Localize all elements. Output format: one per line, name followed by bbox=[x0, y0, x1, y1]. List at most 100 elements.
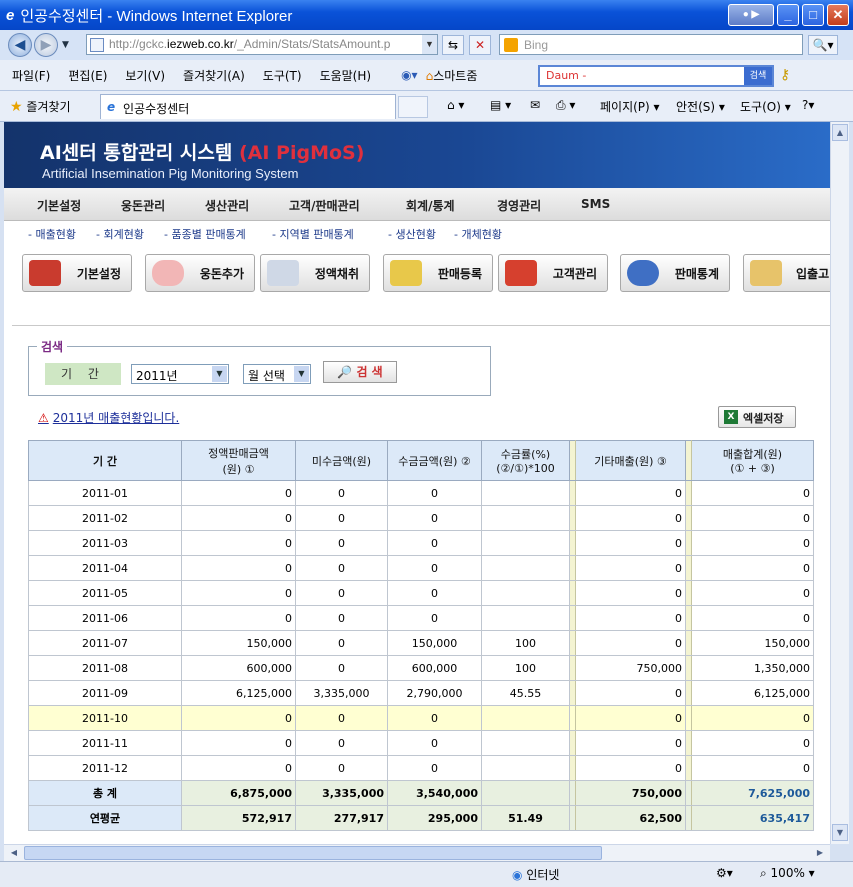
zoom-control[interactable]: ⌕ 100% ▾ bbox=[760, 866, 815, 881]
subnav-individual[interactable]: - 개체현황 bbox=[454, 226, 502, 242]
safety-menu-label: 안전(S) bbox=[676, 100, 716, 114]
cell-collected: 0 bbox=[387, 555, 482, 581]
refresh-button[interactable]: ⇆ bbox=[442, 35, 464, 55]
icon-semen-collection[interactable]: 정액채취 bbox=[260, 254, 370, 292]
help-button[interactable]: ?▾ bbox=[802, 98, 814, 112]
table-row: 2011-07 150,000 0 150,000 100 0 150,000 bbox=[28, 630, 814, 656]
menu-favorites[interactable]: 즐겨찾기(A) bbox=[183, 67, 245, 84]
stop-button[interactable]: ✕ bbox=[469, 35, 491, 55]
menu-help[interactable]: 도움말(H) bbox=[320, 67, 372, 84]
safety-menu[interactable]: 안전(S) ▾ bbox=[676, 98, 725, 115]
mail-button[interactable]: ✉ bbox=[530, 98, 540, 112]
cell-semen-sales: 0 bbox=[181, 605, 296, 631]
nav-sms[interactable]: SMS bbox=[581, 197, 610, 211]
nav-boar[interactable]: 웅돈관리 bbox=[121, 197, 165, 214]
nav-production[interactable]: 생산관리 bbox=[205, 197, 249, 214]
nav-accounting[interactable]: 회계/통계 bbox=[406, 197, 455, 214]
icon-inout[interactable]: 입출고 bbox=[743, 254, 830, 292]
site-banner: AI센터 통합관리 시스템 (AI PigMoS) Artificial Ins… bbox=[4, 122, 830, 188]
nav-basic[interactable]: 기본설정 bbox=[37, 197, 81, 214]
cell-collected: 0 bbox=[387, 605, 482, 631]
cell-sales-total: 0 bbox=[691, 705, 814, 731]
menu-view[interactable]: 보기(V) bbox=[125, 67, 165, 84]
close-button[interactable]: ✕ bbox=[827, 4, 849, 26]
main-nav: 기본설정 웅돈관리 생산관리 고객/판매관리 회계/통계 경영관리 SMS bbox=[4, 188, 830, 221]
back-button[interactable]: ◀ bbox=[8, 33, 32, 57]
url-path: /_Admin/Stats/StatsAmount.p bbox=[233, 37, 391, 51]
scroll-thumb[interactable] bbox=[24, 846, 602, 860]
history-dropdown-icon[interactable]: ▼ bbox=[62, 40, 69, 50]
search-input[interactable]: Bing bbox=[499, 34, 803, 55]
print-button[interactable]: ⎙ ▾ bbox=[556, 98, 575, 113]
table-row: 2011-12 0 0 0 0 0 bbox=[28, 755, 814, 781]
key-icon[interactable]: ⚷ bbox=[780, 67, 790, 83]
notice-link[interactable]: ⚠ 2011년 매출현황입니다. bbox=[38, 409, 179, 426]
tools-menu[interactable]: 도구(O) ▾ bbox=[740, 98, 791, 115]
scroll-down-icon[interactable]: ▼ bbox=[832, 824, 848, 841]
menu-edit[interactable]: 편집(E) bbox=[68, 67, 107, 84]
table-row: 2011-03 0 0 0 0 0 bbox=[28, 530, 814, 556]
star-icon: ★ bbox=[10, 99, 23, 115]
favorites-button[interactable]: ★ 즐겨찾기 bbox=[10, 98, 71, 115]
icon-sales-register[interactable]: 판매등록 bbox=[383, 254, 493, 292]
cell-other-sales: 750,000 bbox=[575, 780, 686, 806]
horizontal-scrollbar[interactable]: ◀ ▶ bbox=[4, 844, 830, 861]
menu-file[interactable]: 파일(F) bbox=[12, 67, 50, 84]
cell-semen-sales: 600,000 bbox=[181, 655, 296, 681]
cell-receivable: 3,335,000 bbox=[295, 780, 388, 806]
cell-collected: 0 bbox=[387, 580, 482, 606]
search-button[interactable]: 🔍▾ bbox=[808, 35, 838, 55]
scroll-up-icon[interactable]: ▲ bbox=[832, 124, 848, 141]
daum-search-button[interactable]: 검색 bbox=[744, 67, 772, 85]
icon-sales-stats[interactable]: 판매통계 bbox=[620, 254, 730, 292]
daum-search-input[interactable]: Daum - 검색 bbox=[538, 65, 774, 87]
search-submit-button[interactable]: 🔎 검 색 bbox=[323, 361, 397, 383]
feeds-button[interactable]: ▤ ▾ bbox=[490, 98, 511, 112]
cell-receivable: 277,917 bbox=[295, 805, 388, 831]
nav-management[interactable]: 경영관리 bbox=[497, 197, 541, 214]
subnav-region-sales[interactable]: - 지역별 판매통계 bbox=[272, 226, 354, 242]
nav-customer[interactable]: 고객/판매관리 bbox=[289, 197, 360, 214]
icon-basic-settings[interactable]: 기본설정 bbox=[22, 254, 132, 292]
cell-collection-rate bbox=[481, 480, 570, 506]
boxes-icon bbox=[750, 260, 782, 286]
vertical-scrollbar[interactable]: ▲ ▼ bbox=[830, 122, 849, 844]
page-menu-label: 페이지(P) bbox=[600, 100, 650, 114]
cell-collection-rate: 100 bbox=[481, 655, 570, 681]
scroll-right-icon[interactable]: ▶ bbox=[812, 846, 828, 860]
table-row: 2011-02 0 0 0 0 0 bbox=[28, 505, 814, 531]
maximize-button[interactable]: □ bbox=[802, 4, 824, 26]
subnav-breed-sales[interactable]: - 품종별 판매통계 bbox=[164, 226, 246, 242]
address-input[interactable]: http://gckc.iezweb.co.kr/_Admin/Stats/St… bbox=[86, 34, 438, 55]
subnav-accounting[interactable]: - 회계현황 bbox=[96, 226, 144, 242]
pie-chart-icon bbox=[627, 260, 659, 286]
cell-sales-total: 0 bbox=[691, 755, 814, 781]
excel-save-button[interactable]: X 엑셀저장 bbox=[718, 406, 796, 428]
cell-semen-sales: 150,000 bbox=[181, 630, 296, 656]
cell-period: 2011-03 bbox=[28, 530, 182, 556]
address-dropdown-icon[interactable]: ▼ bbox=[422, 35, 437, 54]
header-period: 기 간 bbox=[28, 440, 182, 481]
media-control[interactable]: ● ▶ bbox=[728, 4, 774, 26]
scroll-left-icon[interactable]: ◀ bbox=[6, 846, 22, 860]
cell-other-sales: 0 bbox=[575, 630, 686, 656]
sub-nav: - 매출현황 - 회계현황 - 품종별 판매통계 - 지역별 판매통계 - 생산… bbox=[4, 221, 830, 245]
forward-button[interactable]: ▶ bbox=[34, 33, 58, 57]
icon-add-boar[interactable]: 웅돈추가 bbox=[145, 254, 255, 292]
protected-mode-icon[interactable]: ⚙▾ bbox=[716, 866, 733, 880]
cell-receivable: 0 bbox=[295, 630, 388, 656]
subnav-production[interactable]: - 생산현황 bbox=[388, 226, 436, 242]
globe-icon[interactable]: ◉▾ bbox=[401, 68, 418, 82]
home-button[interactable]: ⌂ ▾ bbox=[447, 98, 464, 112]
smartzoom-button[interactable]: ⌂스마트줌 bbox=[426, 67, 478, 84]
page-menu[interactable]: 페이지(P) ▾ bbox=[600, 98, 660, 115]
minimize-button[interactable]: _ bbox=[777, 4, 799, 26]
menu-tools[interactable]: 도구(T) bbox=[263, 67, 302, 84]
new-tab-button[interactable] bbox=[398, 96, 428, 118]
tab-active[interactable]: e 인공수정센터 bbox=[100, 94, 396, 119]
subnav-sales[interactable]: - 매출현황 bbox=[28, 226, 76, 242]
cell-collection-rate bbox=[481, 580, 570, 606]
year-select[interactable]: 2011년 ▼ bbox=[131, 364, 229, 384]
icon-customer-mgmt[interactable]: 고객관리 bbox=[498, 254, 608, 292]
month-select[interactable]: 월 선택 ▼ bbox=[243, 364, 311, 384]
